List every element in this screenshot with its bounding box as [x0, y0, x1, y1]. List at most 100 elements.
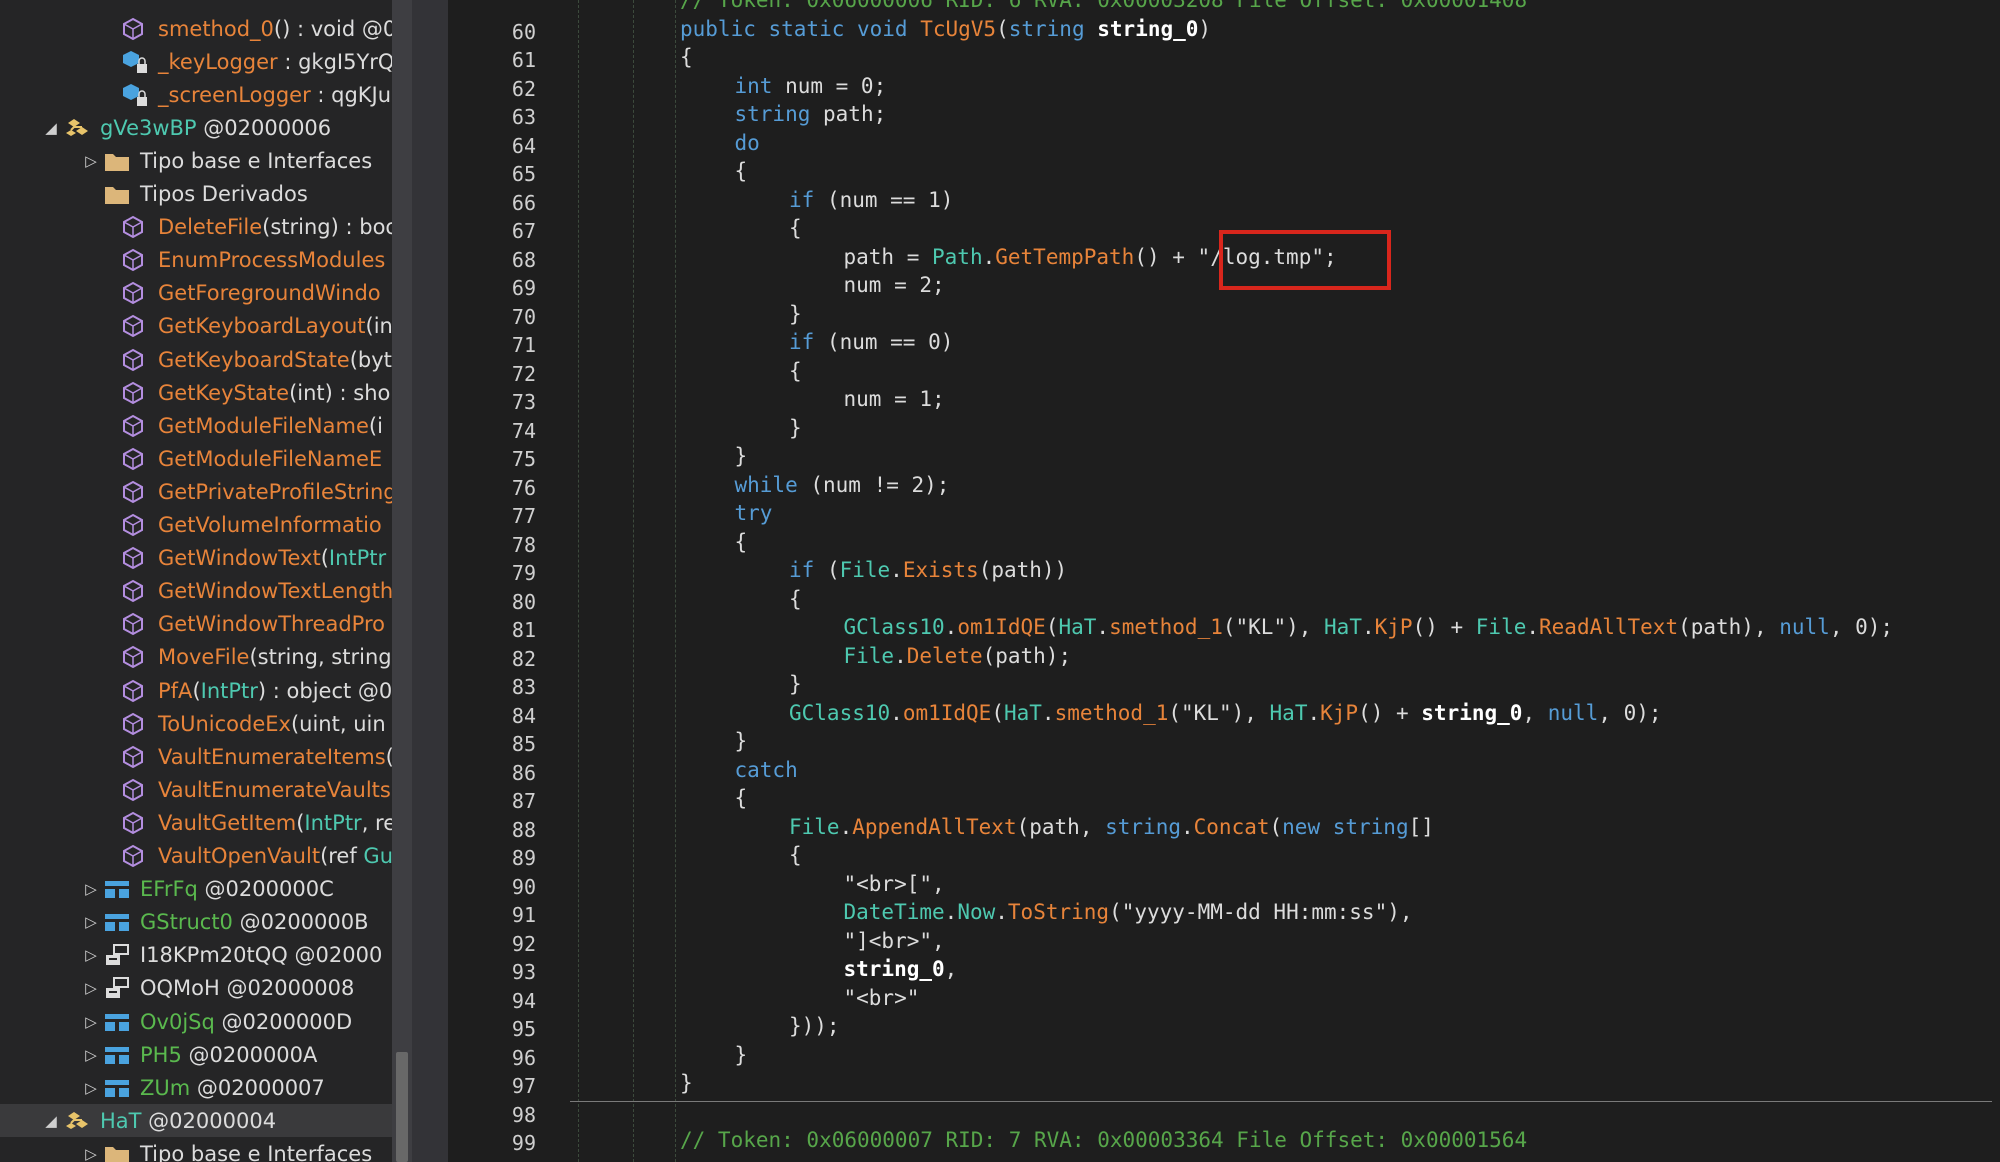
- code-line[interactable]: {: [789, 587, 802, 611]
- tree-method-node[interactable]: EnumProcessModules: [0, 244, 392, 277]
- code-line[interactable]: "]<br>",: [844, 929, 945, 953]
- expand-arrow-icon[interactable]: ▷: [80, 946, 102, 964]
- tree-label-segment: MoveFile: [158, 645, 250, 670]
- code-line[interactable]: // Token: 0x06000006 RID: 6 RVA: 0x00003…: [680, 0, 1527, 12]
- tree-method-node[interactable]: VaultEnumerateVaults: [0, 773, 392, 806]
- expand-arrow-icon[interactable]: ▷: [80, 913, 102, 931]
- code-line[interactable]: {: [789, 359, 802, 383]
- tree-method-node[interactable]: smethod_0() : void @0: [0, 12, 392, 45]
- code-line[interactable]: string path;: [735, 102, 887, 126]
- code-line[interactable]: }: [735, 444, 748, 468]
- tree-scrollbar[interactable]: [392, 0, 412, 1162]
- code-line[interactable]: GClass10.om1IdQE(HaT.smethod_1("KL"), Ha…: [844, 615, 1894, 639]
- code-line[interactable]: }: [735, 729, 748, 753]
- code-line[interactable]: if (num == 1): [789, 188, 953, 212]
- expand-arrow-icon[interactable]: ▷: [80, 1079, 102, 1097]
- code-line[interactable]: File.AppendAllText(path, string.Concat(n…: [789, 815, 1434, 839]
- code-line[interactable]: }: [789, 416, 802, 440]
- tree-label-segment: GetModuleFileNameE: [158, 446, 383, 471]
- line-number: 76: [511, 475, 536, 500]
- expand-arrow-icon[interactable]: ▷: [80, 1013, 102, 1031]
- tree-node[interactable]: ◢ gVe3wBP @02000006: [0, 111, 392, 144]
- tree-node[interactable]: _screenLogger : qgKJu: [0, 78, 392, 111]
- tree-folder-node[interactable]: ▷ Tipo base e Interfaces: [0, 1137, 392, 1162]
- code-token: (: [996, 16, 1009, 41]
- code-line[interactable]: {: [789, 216, 802, 240]
- code-line[interactable]: {: [735, 530, 748, 554]
- tree-method-node[interactable]: MoveFile(string, string: [0, 641, 392, 674]
- code-line[interactable]: }: [735, 1043, 748, 1067]
- expand-arrow-icon[interactable]: ▷: [80, 1145, 102, 1162]
- expand-arrow-icon[interactable]: ▷: [80, 1046, 102, 1064]
- code-token: null: [1547, 700, 1599, 725]
- tree-method-node[interactable]: GetWindowText(IntPtr: [0, 542, 392, 575]
- code-line[interactable]: "<br>[",: [844, 872, 945, 896]
- tree-node[interactable]: ◢ HaT @02000004: [0, 1104, 392, 1138]
- code-line[interactable]: File.Delete(path);: [844, 644, 1072, 668]
- tree-node[interactable]: _keyLogger : gkgI5YrQ: [0, 45, 392, 78]
- code-line[interactable]: catch: [735, 758, 798, 782]
- code-line[interactable]: {: [735, 159, 748, 183]
- method-icon: [120, 247, 150, 273]
- code-line[interactable]: GClass10.om1IdQE(HaT.smethod_1("KL"), Ha…: [789, 701, 1662, 725]
- assembly-tree-panel[interactable]: smethod_0() : void @0 _keyLogger : gkgI5Y…: [0, 0, 392, 1162]
- collapse-arrow-icon[interactable]: ◢: [40, 1112, 62, 1130]
- code-line[interactable]: int num = 0;: [735, 74, 887, 98]
- tree-method-node[interactable]: GetModuleFileName(i: [0, 409, 392, 442]
- expand-arrow-icon[interactable]: ▷: [80, 880, 102, 898]
- code-line[interactable]: public static void TcUgV5(string string_…: [680, 17, 1211, 41]
- tree-method-node[interactable]: GetKeyState(int) : shor: [0, 376, 392, 409]
- tree-label-segment: GetWindowTextLength: [158, 579, 392, 604]
- tree-node[interactable]: ▷ OQMoH @02000008: [0, 972, 392, 1005]
- code-line[interactable]: }: [789, 302, 802, 326]
- tree-method-node[interactable]: VaultEnumerateItems(: [0, 740, 392, 773]
- tree-method-node[interactable]: GetForegroundWindo: [0, 277, 392, 310]
- code-line[interactable]: // Token: 0x06000007 RID: 7 RVA: 0x00003…: [680, 1128, 1527, 1152]
- code-line[interactable]: }: [789, 672, 802, 696]
- expand-arrow-icon[interactable]: ▷: [80, 979, 102, 997]
- tree-method-node[interactable]: DeleteFile(string) : boo: [0, 211, 392, 244]
- tree-method-node[interactable]: VaultOpenVault(ref Gu: [0, 840, 392, 873]
- tree-method-node[interactable]: PfA(IntPtr) : object @0: [0, 674, 392, 707]
- code-line[interactable]: "<br>": [844, 986, 920, 1010]
- tree-node[interactable]: ▷ Ov0jSq @0200000D: [0, 1005, 392, 1038]
- tree-method-node[interactable]: GetModuleFileNameE: [0, 442, 392, 475]
- code-line[interactable]: {: [789, 843, 802, 867]
- tree-method-node[interactable]: ToUnicodeEx(uint, uin: [0, 707, 392, 740]
- tree-method-node[interactable]: GetWindowThreadPro: [0, 608, 392, 641]
- tree-method-node[interactable]: VaultGetItem(IntPtr, re: [0, 806, 392, 839]
- code-line[interactable]: try: [735, 501, 773, 525]
- code-line[interactable]: do: [735, 131, 760, 155]
- tree-method-node[interactable]: GetWindowTextLength: [0, 575, 392, 608]
- code-line[interactable]: {: [735, 786, 748, 810]
- code-line[interactable]: num = 2;: [844, 273, 945, 297]
- tree-method-node[interactable]: GetKeyboardLayout(in: [0, 310, 392, 343]
- tree-node-label: Ov0jSq @0200000D: [140, 1010, 352, 1034]
- tree-node[interactable]: ▷ I18KPm20tQQ @02000: [0, 939, 392, 972]
- code-line[interactable]: num = 1;: [844, 387, 945, 411]
- code-token: ): [1198, 16, 1212, 41]
- tree-node[interactable]: ▷ ZUm @02000007: [0, 1071, 392, 1104]
- code-line[interactable]: while (num != 2);: [735, 473, 950, 497]
- code-line[interactable]: }));: [789, 1014, 840, 1038]
- tree-node[interactable]: ▷ GStruct0 @0200000B: [0, 906, 392, 939]
- panel-splitter[interactable]: [412, 0, 448, 1162]
- tree-node[interactable]: ▷ EFrFq @0200000C: [0, 873, 392, 906]
- tree-method-node[interactable]: GetVolumeInformatio: [0, 509, 392, 542]
- collapse-arrow-icon[interactable]: ◢: [40, 119, 62, 137]
- tree-method-node[interactable]: GetKeyboardState(byt: [0, 343, 392, 376]
- struct-icon: [102, 909, 132, 935]
- code-line[interactable]: DateTime.Now.ToString("yyyy-MM-dd HH:mm:…: [844, 900, 1413, 924]
- expand-arrow-icon[interactable]: ▷: [80, 152, 102, 170]
- code-line[interactable]: if (File.Exists(path)): [789, 558, 1067, 582]
- tree-node[interactable]: ▷ PH5 @0200000A: [0, 1038, 392, 1071]
- code-line[interactable]: {: [680, 45, 693, 69]
- line-number: 97: [511, 1074, 536, 1098]
- tree-scrollbar-thumb[interactable]: [396, 1052, 408, 1162]
- tree-method-node[interactable]: GetPrivateProfileString: [0, 475, 392, 508]
- tree-folder-node[interactable]: ▷ Tipo base e Interfaces: [0, 144, 392, 177]
- tree-folder-node[interactable]: Tipos Derivados: [0, 178, 392, 211]
- code-line[interactable]: string_0,: [844, 957, 958, 981]
- code-line[interactable]: if (num == 0): [789, 330, 953, 354]
- code-line[interactable]: }: [680, 1071, 693, 1095]
